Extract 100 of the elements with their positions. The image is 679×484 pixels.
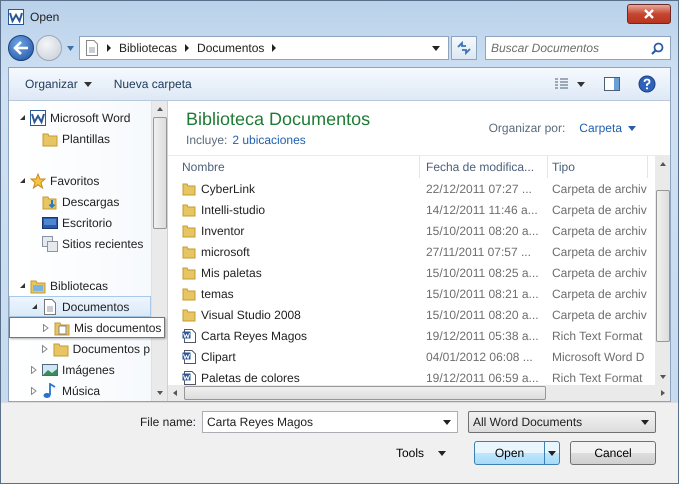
tree-item[interactable]: Imágenes xyxy=(9,359,151,380)
star-icon xyxy=(30,172,46,188)
caret-icon xyxy=(548,450,556,456)
search-icon xyxy=(651,42,664,55)
file-name-cell[interactable]: temas xyxy=(172,283,420,304)
expand-icon[interactable] xyxy=(31,386,37,394)
refresh-button[interactable] xyxy=(451,36,477,60)
locations-link[interactable]: 2 ubicaciones xyxy=(232,133,306,147)
caret-icon xyxy=(438,450,446,456)
date-cell-text: 22/12/2011 07:27 ... xyxy=(425,180,533,198)
expand-icon[interactable] xyxy=(31,366,37,374)
breadcrumb-arrow-icon xyxy=(106,44,112,52)
back-arrow-icon xyxy=(13,41,29,55)
dropdown-arrow-icon[interactable] xyxy=(443,420,451,425)
folder-icon xyxy=(182,266,196,280)
breadcrumb[interactable]: Bibliotecas xyxy=(119,41,178,55)
tools-menu[interactable]: Tools xyxy=(390,445,452,461)
scroll-down-icon[interactable] xyxy=(658,374,666,380)
tree-item[interactable]: Documentos xyxy=(9,296,151,317)
tree-item[interactable]: Mis documentos xyxy=(9,317,166,338)
type-cell-text: Carpeta de archiv xyxy=(551,244,648,260)
scrollbar[interactable] xyxy=(655,156,670,385)
type-cell-text: Rich Text Format xyxy=(551,370,644,385)
scroll-up-icon[interactable] xyxy=(156,106,164,112)
horizontal-scrollbar[interactable] xyxy=(168,385,670,401)
expand-icon[interactable] xyxy=(42,344,48,352)
scroll-left-icon[interactable] xyxy=(172,389,178,397)
library-title: Biblioteca Documentos xyxy=(186,109,372,130)
collapse-icon[interactable] xyxy=(30,303,38,310)
folder-icon xyxy=(182,182,196,196)
word-icon xyxy=(30,110,46,126)
tree-item[interactable]: Escritorio xyxy=(9,212,151,233)
folder-icon xyxy=(182,244,196,258)
word-document-icon xyxy=(182,328,196,342)
pictures-icon xyxy=(42,362,58,378)
caret-icon xyxy=(641,420,649,424)
document-folder-icon xyxy=(54,320,70,336)
collapse-icon[interactable] xyxy=(18,177,26,184)
cancel-button[interactable]: Cancel xyxy=(570,441,656,465)
history-dropdown-icon[interactable] xyxy=(66,44,75,52)
file-name-cell[interactable]: Visual Studio 2008 xyxy=(172,304,420,325)
tree-item[interactable]: Plantillas xyxy=(9,128,151,149)
tree-item[interactable]: Microsoft Word xyxy=(9,107,151,128)
tree-item[interactable]: Sitios recientes xyxy=(9,233,151,254)
breadcrumb[interactable]: Documentos xyxy=(197,41,264,55)
file-name-cell[interactable]: Inventor xyxy=(172,220,420,241)
file-name-cell[interactable]: Clipart xyxy=(172,346,420,367)
music-note-icon xyxy=(42,382,58,398)
column-header[interactable]: Fecha de modifica... xyxy=(420,156,548,178)
refresh-icon xyxy=(456,41,472,55)
tree-item[interactable]: Descargas xyxy=(9,191,151,212)
arrange-dropdown[interactable]: Carpeta xyxy=(575,119,640,137)
breadcrumb-arrow-icon[interactable] xyxy=(184,44,190,52)
type-cell-text: Carpeta de archiv xyxy=(551,286,648,302)
back-button[interactable] xyxy=(8,35,34,61)
file-name-cell[interactable]: Carta Reyes Magos xyxy=(172,325,420,346)
word-logo-icon xyxy=(8,9,24,25)
caret-icon xyxy=(84,82,92,86)
address-bar[interactable]: Bibliotecas Documentos xyxy=(79,36,449,60)
list-view-icon xyxy=(554,78,586,90)
tree-item[interactable]: Favoritos xyxy=(9,170,151,191)
tree-item[interactable]: Documentos p xyxy=(9,338,151,359)
date-cell-text: 27/11/2011 07:57 ... xyxy=(425,244,532,260)
recent-places-icon xyxy=(42,236,58,252)
folder-icon xyxy=(182,286,196,300)
window-title: Open xyxy=(30,10,60,24)
expand-icon[interactable] xyxy=(43,324,49,332)
file-name-cell[interactable]: Paletas de colores xyxy=(172,367,420,385)
breadcrumb-arrow-icon[interactable] xyxy=(271,44,278,52)
file-name-cell[interactable]: CyberLink xyxy=(172,178,420,199)
file-name-cell[interactable]: Intelli-studio xyxy=(172,199,420,220)
file-name-cell[interactable]: Mis paletas xyxy=(172,262,420,283)
file-type-dropdown[interactable]: All Word Documents xyxy=(468,411,656,433)
dropdown-arrow-icon[interactable] xyxy=(432,46,440,50)
scroll-down-icon[interactable] xyxy=(156,390,164,396)
collapse-icon[interactable] xyxy=(18,114,26,121)
column-header[interactable]: Nombre xyxy=(172,156,420,178)
date-cell-text: 15/10/2011 08:20 a... xyxy=(425,306,540,324)
close-button[interactable] xyxy=(627,4,671,24)
scroll-right-icon[interactable] xyxy=(660,389,666,397)
scroll-up-icon[interactable] xyxy=(658,161,666,167)
includes-label: Incluye: xyxy=(186,133,228,147)
type-cell-text: Carpeta de archiv xyxy=(551,180,648,198)
type-cell-text: Carpeta de archiv xyxy=(551,306,648,324)
tree-item[interactable]: Música xyxy=(9,380,151,401)
tree-item[interactable]: Bibliotecas xyxy=(9,275,151,296)
collapse-icon[interactable] xyxy=(18,282,26,289)
file-name-field[interactable]: Carta Reyes Magos xyxy=(202,411,458,433)
column-header[interactable]: Tipo xyxy=(548,156,648,178)
date-cell-text: 14/12/2011 11:46 a... xyxy=(425,202,539,218)
date-cell-text: 15/10/2011 08:25 a... xyxy=(425,264,540,282)
search-field[interactable]: Buscar Documentos xyxy=(485,36,671,60)
new-folder-button[interactable]: Nueva carpeta xyxy=(106,74,200,94)
date-cell-text: 15/10/2011 08:21 a... xyxy=(425,286,540,302)
organize-menu[interactable]: Organizar xyxy=(17,74,100,94)
file-name-label: File name: xyxy=(140,415,196,429)
file-name-cell[interactable]: microsoft xyxy=(172,241,420,262)
open-button[interactable]: Open xyxy=(474,441,560,465)
type-cell-text: Rich Text Format xyxy=(551,328,644,344)
arrange-by-label: Organizar por: xyxy=(488,121,566,135)
